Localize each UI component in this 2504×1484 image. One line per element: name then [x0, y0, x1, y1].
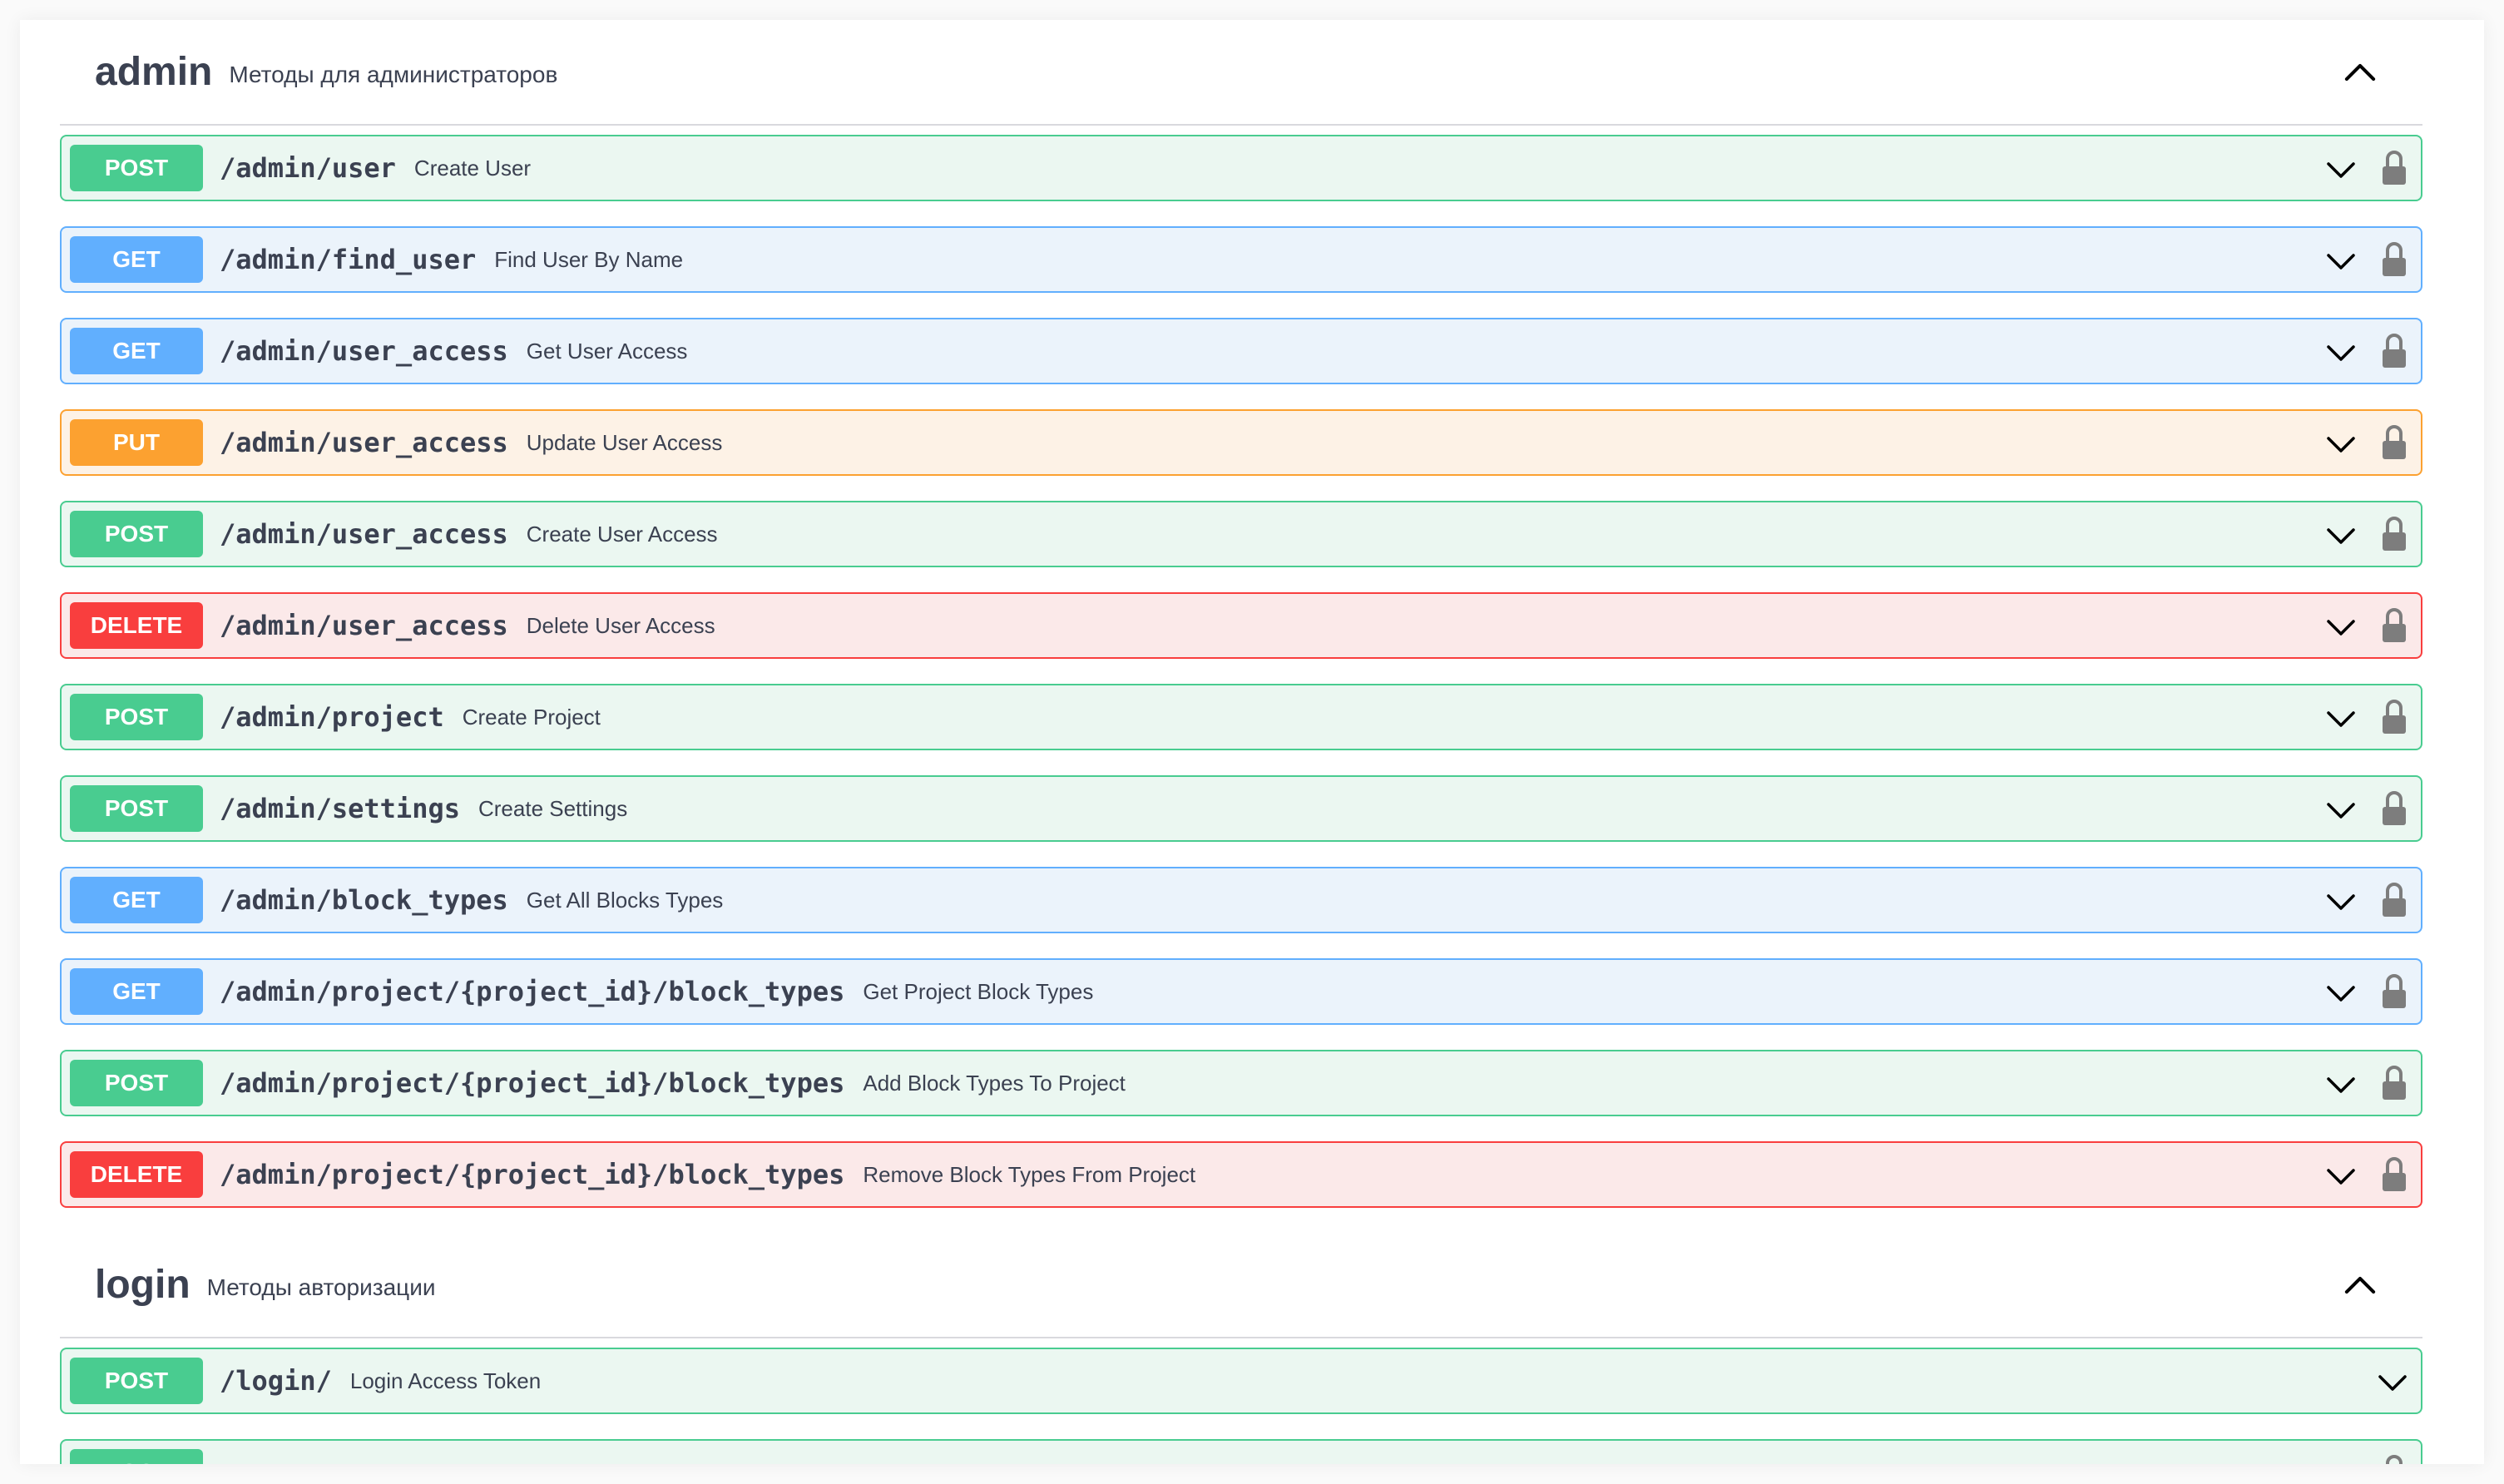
operation-path: /admin/settings: [220, 793, 460, 824]
operation-path: /admin/block_types: [220, 884, 508, 916]
operation-put-admin-user-access[interactable]: PUT /admin/user_access Update User Acces…: [60, 409, 2422, 476]
operation-path: /admin/project/{project_id}/block_types: [220, 1067, 845, 1099]
tag-header-login[interactable]: login Методы авторизации: [60, 1233, 2422, 1338]
chevron-down-icon[interactable]: [2324, 794, 2358, 827]
operation-post-login-partial[interactable]: POST: [60, 1439, 2422, 1464]
lock-icon[interactable]: [2381, 1452, 2408, 1464]
method-badge: GET: [70, 236, 203, 283]
chevron-down-icon[interactable]: [2324, 245, 2358, 278]
operation-get-admin-block-types[interactable]: GET /admin/block_types Get All Blocks Ty…: [60, 867, 2422, 933]
operation-summary: Create User: [413, 155, 532, 181]
operation-summary: Get Project Block Types: [863, 978, 1094, 1004]
lock-icon[interactable]: [2381, 697, 2408, 737]
operation-summary: Create Project: [462, 704, 601, 730]
lock-icon[interactable]: [2381, 972, 2408, 1012]
operation-post-login[interactable]: POST /login/ Login Access Token: [60, 1348, 2422, 1414]
tag-description: Методы авторизации: [206, 1274, 436, 1300]
operation-path: /admin/project/{project_id}/block_types: [220, 976, 845, 1007]
operation-delete-admin-project-block-types[interactable]: DELETE /admin/project/{project_id}/block…: [60, 1141, 2422, 1208]
operation-post-admin-project[interactable]: POST /admin/project Create Project: [60, 684, 2422, 750]
method-badge: POST: [70, 145, 203, 191]
operation-summary: Find User By Name: [494, 246, 684, 272]
chevron-down-icon[interactable]: [2376, 1366, 2409, 1399]
lock-icon[interactable]: [2381, 880, 2408, 920]
operation-post-admin-settings[interactable]: POST /admin/settings Create Settings: [60, 775, 2422, 842]
operation-summary: Get All Blocks Types: [526, 887, 724, 913]
operation-path: /admin/find_user: [220, 244, 477, 275]
chevron-down-icon[interactable]: [2324, 336, 2358, 369]
chevron-down-icon[interactable]: [2324, 885, 2358, 918]
operation-path: /admin/user_access: [220, 610, 508, 641]
chevron-down-icon[interactable]: [2324, 519, 2358, 552]
chevron-up-icon[interactable]: [2341, 53, 2379, 92]
operation-summary: Get User Access: [526, 338, 688, 364]
method-badge: POST: [70, 1358, 203, 1404]
operation-path: /login/: [220, 1365, 332, 1397]
chevron-down-icon[interactable]: [2324, 1160, 2358, 1193]
operation-summary: Add Block Types To Project: [863, 1070, 1126, 1096]
method-badge: POST: [70, 1060, 203, 1106]
lock-icon[interactable]: [2381, 1155, 2408, 1195]
tag-name: admin: [95, 50, 213, 94]
operation-path: /admin/project/{project_id}/block_types: [220, 1159, 845, 1190]
lock-icon[interactable]: [2381, 240, 2408, 279]
swagger-operations-panel: admin Методы для администраторов POST /a…: [20, 20, 2484, 1464]
method-badge: DELETE: [70, 602, 203, 649]
operation-summary: Update User Access: [526, 429, 723, 455]
operation-summary: Login Access Token: [349, 1368, 542, 1393]
method-badge: DELETE: [70, 1151, 203, 1198]
lock-icon[interactable]: [2381, 514, 2408, 554]
operation-summary: Delete User Access: [526, 612, 715, 638]
operation-summary: Create User Access: [526, 521, 718, 547]
operation-get-admin-find-user[interactable]: GET /admin/find_user Find User By Name: [60, 226, 2422, 293]
chevron-down-icon[interactable]: [2324, 1068, 2358, 1101]
tag-name: login: [95, 1263, 191, 1307]
chevron-down-icon[interactable]: [2324, 428, 2358, 461]
operation-post-admin-user[interactable]: POST /admin/user Create User: [60, 135, 2422, 201]
lock-icon[interactable]: [2381, 789, 2408, 829]
method-badge: GET: [70, 968, 203, 1015]
method-badge: PUT: [70, 419, 203, 466]
lock-icon[interactable]: [2381, 1063, 2408, 1103]
operation-delete-admin-user-access[interactable]: DELETE /admin/user_access Delete User Ac…: [60, 592, 2422, 659]
operation-path: /admin/user_access: [220, 335, 508, 367]
method-badge: POST: [70, 511, 203, 557]
operation-path: /admin/user_access: [220, 427, 508, 458]
operation-get-admin-project-block-types[interactable]: GET /admin/project/{project_id}/block_ty…: [60, 958, 2422, 1025]
method-badge: POST: [70, 1449, 203, 1464]
tag-header-admin[interactable]: admin Методы для администраторов: [60, 20, 2422, 126]
operation-summary: Create Settings: [478, 795, 628, 821]
lock-icon[interactable]: [2381, 423, 2408, 463]
chevron-down-icon[interactable]: [2324, 702, 2358, 735]
chevron-down-icon[interactable]: [2324, 611, 2358, 644]
operation-post-admin-user-access[interactable]: POST /admin/user_access Create User Acce…: [60, 501, 2422, 567]
operation-path: /admin/user: [220, 152, 396, 184]
operation-path: /admin/user_access: [220, 518, 508, 550]
method-badge: POST: [70, 694, 203, 740]
chevron-down-icon[interactable]: [2324, 153, 2358, 186]
operation-get-admin-user-access[interactable]: GET /admin/user_access Get User Access: [60, 318, 2422, 384]
method-badge: GET: [70, 877, 203, 923]
lock-icon[interactable]: [2381, 148, 2408, 188]
lock-icon[interactable]: [2381, 606, 2408, 646]
method-badge: POST: [70, 785, 203, 832]
lock-icon[interactable]: [2381, 331, 2408, 371]
chevron-up-icon[interactable]: [2341, 1266, 2379, 1304]
tag-description: Методы для администраторов: [229, 61, 558, 87]
operation-summary: Remove Block Types From Project: [863, 1161, 1196, 1187]
chevron-down-icon[interactable]: [2324, 977, 2358, 1010]
method-badge: GET: [70, 328, 203, 374]
operation-path: /admin/project: [220, 701, 444, 733]
operation-post-admin-project-block-types[interactable]: POST /admin/project/{project_id}/block_t…: [60, 1050, 2422, 1116]
